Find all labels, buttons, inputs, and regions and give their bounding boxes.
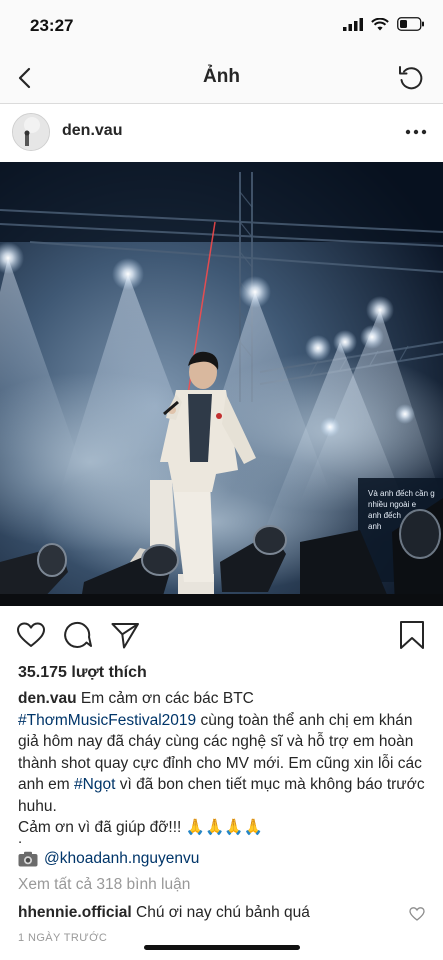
camera-icon — [18, 851, 38, 867]
stage-screen-line-2: nhiều ngoài e — [368, 500, 417, 509]
caption: den.vau Em cảm ơn các bác BTC #ThơmMusic… — [18, 688, 428, 839]
photo-credit: @khoadanh.nguyenvu — [18, 850, 199, 868]
post-username[interactable]: den.vau — [62, 122, 122, 140]
post-time: 1 NGÀY TRƯỚC — [18, 932, 108, 944]
caption-text-4: Cảm ơn vì đã giúp đỡ!!! 🙏🙏🙏🙏 — [18, 819, 263, 836]
post-actions — [0, 606, 443, 662]
wifi-icon — [371, 17, 389, 30]
share-send-icon[interactable] — [110, 620, 140, 650]
view-all-comments[interactable]: Xem tất cả 318 bình luận — [18, 876, 190, 894]
stage-screen-line-1: Và anh đếch cần g — [368, 489, 435, 498]
caption-hashtag-ngot[interactable]: #Ngọt — [74, 776, 115, 793]
stage-screen-line-3: anh đếch — [368, 511, 401, 520]
battery-icon — [397, 17, 424, 31]
status-time: 23:27 — [30, 16, 74, 35]
more-options-icon[interactable] — [405, 122, 427, 142]
caption-text-1: Em cảm ơn các bác BTC — [80, 690, 254, 707]
post-header: den.vau — [0, 104, 443, 162]
comment-like-heart-icon[interactable] — [409, 906, 425, 922]
signal-icon — [343, 17, 363, 31]
like-heart-icon[interactable] — [16, 620, 46, 650]
page-title: Ảnh — [203, 66, 240, 87]
nav-bar: Ảnh — [0, 52, 443, 104]
post-content: 35.175 lượt thích den.vau Em cảm ơn các … — [0, 662, 443, 960]
caption-dot: . — [18, 830, 23, 847]
save-bookmark-icon[interactable] — [399, 620, 425, 650]
post-photo[interactable]: Và anh đếch cần g nhiều ngoài e anh đếch… — [0, 162, 443, 606]
caption-hashtag-festival[interactable]: #ThơmMusicFestival2019 — [18, 712, 196, 729]
comment-item: hhennie.official Chú ơi nay chú bảnh quá — [18, 904, 310, 922]
credit-mention[interactable]: @khoadanh.nguyenvu — [44, 850, 199, 868]
comment-text: Chú ơi nay chú bảnh quá — [136, 904, 310, 921]
stage-screen-text: Và anh đếch cần g nhiều ngoài e anh đếch… — [368, 488, 443, 532]
status-bar: 23:27 — [0, 0, 443, 52]
caption-username[interactable]: den.vau — [18, 690, 77, 707]
refresh-icon[interactable] — [395, 62, 427, 94]
stage-screen-line-4: anh — [368, 522, 382, 531]
avatar[interactable] — [12, 113, 50, 151]
comment-username[interactable]: hhennie.official — [18, 904, 132, 921]
likes-count[interactable]: 35.175 lượt thích — [18, 664, 147, 682]
comment-icon[interactable] — [63, 620, 93, 650]
home-indicator — [144, 945, 300, 950]
status-icons — [343, 17, 425, 31]
